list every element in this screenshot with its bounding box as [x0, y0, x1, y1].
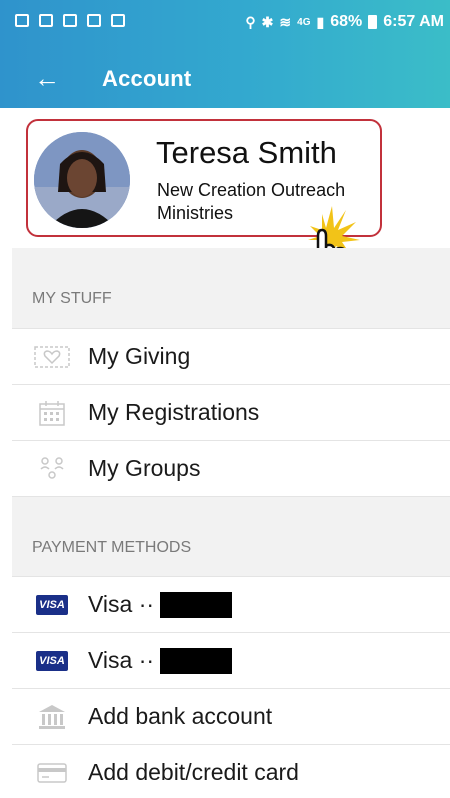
visa-card-row[interactable]: VISA Visa ·· — [12, 632, 450, 688]
message-icon — [15, 14, 29, 27]
my-giving-row[interactable]: My Giving — [12, 328, 450, 384]
add-bank-account-row[interactable]: Add bank account — [12, 688, 450, 744]
add-card-label: Add debit/credit card — [88, 759, 299, 785]
bank-icon — [32, 702, 72, 732]
redacted-number — [160, 648, 233, 675]
bluetooth-icon: ✱ — [261, 13, 274, 30]
my-registrations-row[interactable]: My Registrations — [12, 384, 450, 440]
calendar-icon — [32, 398, 72, 428]
add-bank-account-label: Add bank account — [88, 703, 273, 729]
wifi-icon: ≋ — [279, 13, 292, 30]
credit-card-icon — [32, 758, 72, 788]
account-screen: ⚲ ✱ ≋ 4G ▮ 68% 6:57 AM ← Account Teresa … — [0, 0, 450, 798]
page-title: Account — [102, 66, 192, 91]
groups-icon — [32, 454, 72, 484]
profile-name: Teresa Smith — [156, 135, 337, 170]
system-status: ⚲ ✱ ≋ 4G ▮ 68% 6:57 AM — [245, 13, 444, 31]
notification-icons — [15, 14, 125, 27]
visa-card-label: Visa ·· — [88, 590, 233, 619]
section-header: MY STUFF — [32, 290, 112, 307]
visa-card-text: Visa ·· — [88, 646, 155, 673]
my-giving-label: My Giving — [88, 343, 191, 369]
visa-card-row[interactable]: VISA Visa ·· — [12, 576, 450, 632]
app-bar: ← Account — [0, 50, 450, 108]
battery-percent: 68% — [330, 13, 363, 30]
profile-section: Teresa Smith New Creation Outreach Minis… — [12, 108, 450, 248]
location-icon: ⚲ — [245, 13, 256, 30]
my-groups-row[interactable]: My Groups — [12, 440, 450, 496]
giving-envelope-icon — [32, 342, 72, 372]
arrow-back-icon[interactable]: ← — [34, 63, 60, 93]
my-registrations-label: My Registrations — [88, 399, 260, 425]
add-card-row[interactable]: Add debit/credit card — [12, 744, 450, 798]
signal-icon: ▮ — [316, 13, 325, 30]
avatar — [34, 132, 130, 228]
visa-card-text: Visa ·· — [88, 590, 155, 617]
visa-card-icon: VISA — [32, 646, 72, 676]
my-groups-label: My Groups — [88, 455, 201, 481]
cast-icon — [87, 14, 101, 27]
network-type: 4G — [297, 16, 311, 28]
section-header: PAYMENT METHODS — [32, 539, 192, 556]
visa-card-icon: VISA — [32, 590, 72, 620]
image-icon — [63, 14, 77, 27]
battery-icon — [368, 15, 378, 29]
visa-card-label: Visa ·· — [88, 646, 233, 675]
app-icon — [111, 14, 125, 27]
my-stuff-section: MY STUFF — [12, 248, 450, 328]
left-edge — [0, 108, 12, 798]
status-bar: ⚲ ✱ ≋ 4G ▮ 68% 6:57 AM — [0, 0, 450, 50]
visa-badge: VISA — [36, 650, 68, 671]
payment-methods-section: PAYMENT METHODS — [12, 496, 450, 576]
clock: 6:57 AM — [383, 13, 444, 30]
redacted-number — [160, 592, 233, 619]
app-icon — [39, 14, 53, 27]
visa-badge: VISA — [36, 594, 68, 615]
